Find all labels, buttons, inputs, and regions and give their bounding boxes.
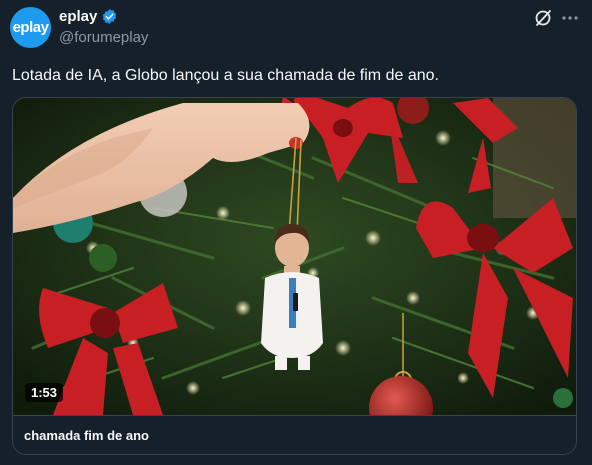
video-thumbnail[interactable] bbox=[13, 98, 576, 415]
avatar[interactable]: eplay bbox=[10, 7, 51, 48]
card-title: chamada fim de ano bbox=[24, 428, 149, 443]
card-footer[interactable]: chamada fim de ano bbox=[13, 415, 576, 454]
more-options-icon[interactable] bbox=[560, 8, 580, 28]
verified-badge-icon bbox=[103, 9, 117, 24]
tweet-text: Lotada de IA, a Globo lançou a sua chama… bbox=[12, 67, 439, 84]
author-handle[interactable]: @forumeplay bbox=[59, 29, 148, 46]
video-duration-badge: 1:53 bbox=[25, 383, 64, 402]
author-name-row: eplay bbox=[59, 8, 118, 25]
grok-icon[interactable] bbox=[533, 8, 553, 28]
display-name[interactable]: eplay bbox=[59, 8, 97, 25]
avatar-logo-text: eplay bbox=[12, 19, 49, 36]
media-card[interactable]: 1:53 chamada fim de ano bbox=[12, 97, 577, 455]
